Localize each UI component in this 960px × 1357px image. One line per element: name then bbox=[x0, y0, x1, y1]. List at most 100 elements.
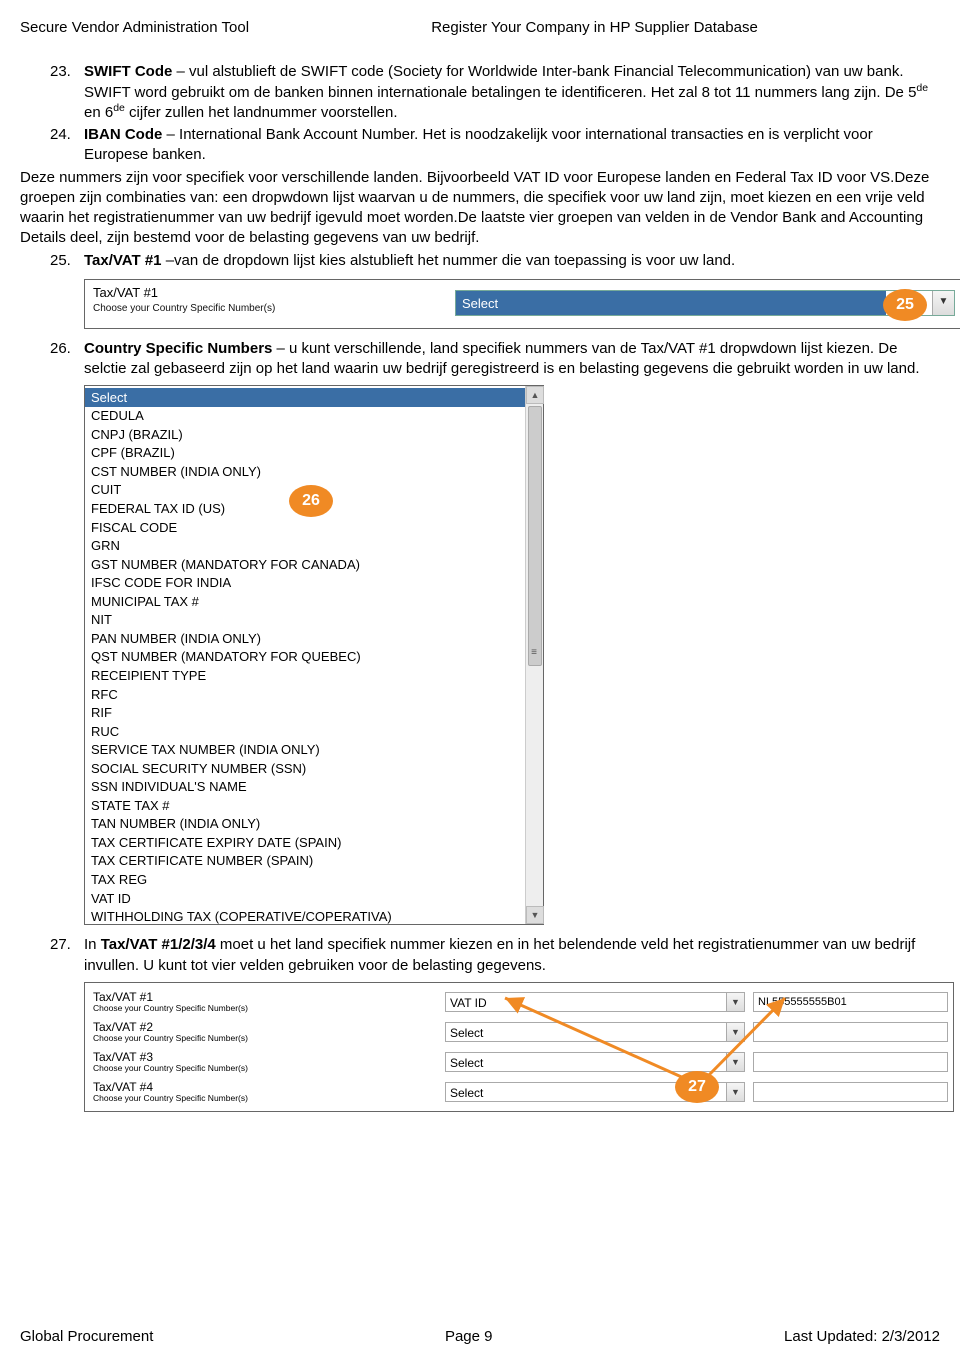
fig27-row-value[interactable] bbox=[753, 1052, 948, 1072]
item-25: 25. Tax/VAT #1 –van de dropdown lijst ki… bbox=[20, 251, 940, 271]
fig26-option[interactable]: CPF (BRAZIL) bbox=[85, 444, 525, 463]
chevron-down-icon[interactable]: ▼ bbox=[726, 1053, 744, 1071]
scroll-down-icon[interactable]: ▼ bbox=[526, 906, 544, 924]
item-26-body: Country Specific Numbers – u kunt versch… bbox=[84, 339, 940, 380]
fig25-sublabel: Choose your Country Specific Number(s) bbox=[93, 302, 275, 316]
item-25-num: 25. bbox=[50, 251, 84, 271]
fig27-row-value[interactable] bbox=[753, 1022, 948, 1042]
fig27-row: Tax/VAT #4Choose your Country Specific N… bbox=[93, 1077, 945, 1107]
item-23-num: 23. bbox=[50, 62, 84, 123]
fig26-option[interactable]: IFSC CODE FOR INDIA bbox=[85, 574, 525, 593]
item-23-body: SWIFT Code – vul alstublieft de SWIFT co… bbox=[84, 62, 940, 123]
chevron-down-icon[interactable]: ▼ bbox=[726, 1083, 744, 1101]
fig26-option[interactable]: TAN NUMBER (INDIA ONLY) bbox=[85, 815, 525, 834]
item-23: 23. SWIFT Code – vul alstublieft de SWIF… bbox=[20, 62, 940, 123]
fig27-row-select[interactable]: VAT ID▼ bbox=[445, 992, 745, 1012]
fig27-row: Tax/VAT #3Choose your Country Specific N… bbox=[93, 1047, 945, 1077]
content: 23. SWIFT Code – vul alstublieft de SWIF… bbox=[20, 62, 940, 1112]
fig26-scrollbar[interactable]: ▲ ≡ ▼ bbox=[525, 386, 543, 924]
item-27: 27. In Tax/VAT #1/2/3/4 moet u het land … bbox=[20, 935, 940, 976]
fig27-row-value[interactable] bbox=[753, 1082, 948, 1102]
item-24-text: – International Bank Account Number. Het… bbox=[84, 126, 873, 163]
header-left: Secure Vendor Administration Tool bbox=[20, 18, 249, 38]
fig26-option[interactable]: WITHHOLDING TAX (COPERATIVE/COPERATIVA) bbox=[85, 908, 525, 925]
item-24-num: 24. bbox=[50, 125, 84, 166]
item-25-body: Tax/VAT #1 –van de dropdown lijst kies a… bbox=[84, 251, 940, 271]
fig26-option[interactable]: GRN bbox=[85, 537, 525, 556]
item-25-text: –van de dropdown lijst kies alstublieft … bbox=[162, 252, 736, 269]
header-right: Register Your Company in HP Supplier Dat… bbox=[249, 18, 940, 38]
fig26-option[interactable]: SSN INDIVIDUAL'S NAME bbox=[85, 778, 525, 797]
fig26-option[interactable]: VAT ID bbox=[85, 889, 525, 908]
fig27-row-value[interactable]: NL555555555B01 bbox=[753, 992, 948, 1012]
fig26-option[interactable]: SOCIAL SECURITY NUMBER (SSN) bbox=[85, 759, 525, 778]
fig26-option[interactable]: TAX CERTIFICATE EXPIRY DATE (SPAIN) bbox=[85, 833, 525, 852]
fig26-option[interactable]: STATE TAX # bbox=[85, 796, 525, 815]
fig26-option[interactable]: FISCAL CODE bbox=[85, 518, 525, 537]
item-23-label: SWIFT Code bbox=[84, 63, 172, 80]
fig26-option[interactable]: RUC bbox=[85, 722, 525, 741]
item-24-label: IBAN Code bbox=[84, 126, 162, 143]
item-23-text-c: cijfer zullen het landnummer voorstellen… bbox=[125, 104, 398, 121]
item-26-label: Country Specific Numbers bbox=[84, 340, 272, 357]
fig25-select-value: Select bbox=[456, 291, 886, 315]
item-26: 26. Country Specific Numbers – u kunt ve… bbox=[20, 339, 940, 380]
fig26-option[interactable]: CEDULA bbox=[85, 407, 525, 426]
fig27-row-sub: Choose your Country Specific Number(s) bbox=[93, 1093, 248, 1104]
footer-left: Global Procurement bbox=[20, 1327, 153, 1347]
item-24-body: IBAN Code – International Bank Account N… bbox=[84, 125, 940, 166]
fig26-option[interactable]: NIT bbox=[85, 611, 525, 630]
fig26-option[interactable]: RFC bbox=[85, 685, 525, 704]
chevron-down-icon[interactable]: ▼ bbox=[932, 291, 954, 315]
fig27-row-select[interactable]: Select▼ bbox=[445, 1022, 745, 1042]
fig27-row-sub: Choose your Country Specific Number(s) bbox=[93, 1033, 248, 1044]
callout-25: 25 bbox=[883, 289, 927, 321]
fig27-row-sub: Choose your Country Specific Number(s) bbox=[93, 1003, 248, 1014]
figure-25: Tax/VAT #1 Choose your Country Specific … bbox=[84, 279, 960, 329]
item-27-body: In Tax/VAT #1/2/3/4 moet u het land spec… bbox=[84, 935, 940, 976]
chevron-down-icon[interactable]: ▼ bbox=[726, 993, 744, 1011]
figure-26-wrap: SelectCEDULACNPJ (BRAZIL)CPF (BRAZIL)CST… bbox=[84, 385, 544, 925]
fig26-option[interactable]: MUNICIPAL TAX # bbox=[85, 592, 525, 611]
item-23-sup1: de bbox=[916, 82, 928, 94]
chevron-down-icon[interactable]: ▼ bbox=[726, 1023, 744, 1041]
fig26-option[interactable]: CNPJ (BRAZIL) bbox=[85, 425, 525, 444]
fig26-option[interactable]: TAX REG bbox=[85, 870, 525, 889]
page-header: Secure Vendor Administration Tool Regist… bbox=[20, 18, 940, 38]
item-23-text-b: en 6 bbox=[84, 104, 113, 121]
figure-26-listbox[interactable]: SelectCEDULACNPJ (BRAZIL)CPF (BRAZIL)CST… bbox=[84, 385, 544, 925]
scroll-thumb[interactable] bbox=[528, 406, 542, 666]
fig26-option[interactable]: TAX CERTIFICATE NUMBER (SPAIN) bbox=[85, 852, 525, 871]
footer-center: Page 9 bbox=[445, 1327, 493, 1347]
item-27-label: Tax/VAT #1/2/3/4 bbox=[101, 936, 216, 953]
fig26-option[interactable]: RECEIPIENT TYPE bbox=[85, 666, 525, 685]
item-25-label: Tax/VAT #1 bbox=[84, 252, 162, 269]
item-27-pre: In bbox=[84, 936, 101, 953]
fig26-list[interactable]: SelectCEDULACNPJ (BRAZIL)CPF (BRAZIL)CST… bbox=[85, 386, 525, 924]
item-23-text-a: – vul alstublieft de SWIFT code (Society… bbox=[84, 63, 916, 100]
fig27-row: Tax/VAT #1Choose your Country Specific N… bbox=[93, 987, 945, 1017]
fig27-row-select[interactable]: Select▼ bbox=[445, 1052, 745, 1072]
fig25-label: Tax/VAT #1 bbox=[93, 284, 158, 302]
fig27-row-sub: Choose your Country Specific Number(s) bbox=[93, 1063, 248, 1074]
page-footer: Global Procurement Page 9 Last Updated: … bbox=[20, 1327, 940, 1347]
fig25-select[interactable]: Select ▼ bbox=[455, 290, 955, 316]
item-27-num: 27. bbox=[50, 935, 84, 976]
fig27-row: Tax/VAT #2Choose your Country Specific N… bbox=[93, 1017, 945, 1047]
fig26-option[interactable]: QST NUMBER (MANDATORY FOR QUEBEC) bbox=[85, 648, 525, 667]
scroll-grip-icon: ≡ bbox=[527, 646, 541, 658]
item-23-sup2: de bbox=[113, 102, 125, 114]
page: Secure Vendor Administration Tool Regist… bbox=[0, 0, 960, 1357]
figure-27: Tax/VAT #1Choose your Country Specific N… bbox=[84, 982, 954, 1112]
footer-right: Last Updated: 2/3/2012 bbox=[784, 1327, 940, 1347]
fig26-option[interactable]: PAN NUMBER (INDIA ONLY) bbox=[85, 629, 525, 648]
scroll-up-icon[interactable]: ▲ bbox=[526, 386, 544, 404]
item-26-num: 26. bbox=[50, 339, 84, 380]
fig26-option[interactable]: RIF bbox=[85, 704, 525, 723]
fig26-option[interactable]: GST NUMBER (MANDATORY FOR CANADA) bbox=[85, 555, 525, 574]
paragraph-flush: Deze nummers zijn voor specifiek voor ve… bbox=[20, 168, 940, 249]
callout-27: 27 bbox=[675, 1071, 719, 1103]
fig26-option[interactable]: SERVICE TAX NUMBER (INDIA ONLY) bbox=[85, 741, 525, 760]
fig26-option[interactable]: CST NUMBER (INDIA ONLY) bbox=[85, 462, 525, 481]
fig26-option[interactable]: Select bbox=[85, 388, 525, 407]
